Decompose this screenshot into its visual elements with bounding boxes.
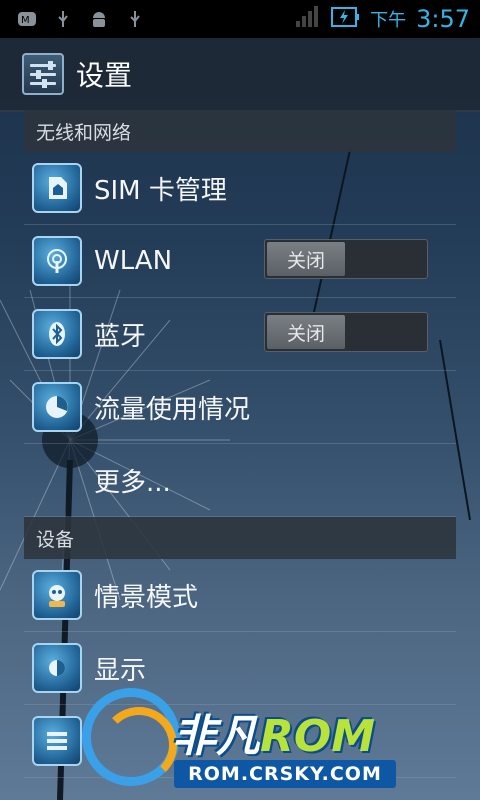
logo-ring-icon bbox=[82, 688, 180, 786]
clock: 3:57 bbox=[416, 5, 470, 33]
crsky-watermark-logo: 非凡ROM ROM.CRSKY.COM bbox=[82, 688, 402, 800]
section-header-device: 设备 bbox=[24, 517, 456, 559]
settings-sliders-icon[interactable] bbox=[22, 53, 64, 95]
svg-text:M: M bbox=[21, 15, 30, 26]
bluetooth-icon bbox=[32, 309, 82, 359]
app-m-icon: M bbox=[16, 8, 38, 30]
signal-icon bbox=[294, 5, 320, 33]
settings-item-label: 情景模式 bbox=[94, 582, 199, 613]
settings-list: 无线和网络 SIM 卡管理 WLAN 关闭 蓝牙 关闭 流量使用情况 更多... bbox=[24, 110, 456, 778]
watermark-url: ROM.CRSKY.COM bbox=[174, 760, 396, 788]
time-ampm: 下午 bbox=[370, 10, 407, 31]
settings-item-sim[interactable]: SIM 卡管理 bbox=[24, 152, 456, 225]
watermark-brand: 非凡ROM bbox=[172, 711, 376, 762]
bluetooth-toggle[interactable]: 关闭 bbox=[264, 312, 428, 352]
settings-item-more[interactable]: 更多... bbox=[24, 444, 456, 517]
blank-icon bbox=[32, 455, 82, 505]
section-header-wireless: 无线和网络 bbox=[24, 110, 456, 152]
settings-item-label: SIM 卡管理 bbox=[94, 175, 227, 206]
sim-card-icon bbox=[32, 163, 82, 213]
settings-item-label: WLAN bbox=[94, 246, 173, 276]
settings-item-profiles[interactable]: 情景模式 bbox=[24, 559, 456, 632]
wifi-icon bbox=[32, 236, 82, 286]
action-bar: 设置 bbox=[0, 38, 480, 112]
usb-icon bbox=[124, 8, 146, 30]
toggle-state: 关闭 bbox=[267, 315, 345, 349]
display-brightness-icon bbox=[32, 643, 82, 693]
battery-charging-icon bbox=[330, 5, 360, 33]
settings-item-label: 显示 bbox=[94, 655, 147, 686]
settings-item-data-usage[interactable]: 流量使用情况 bbox=[24, 371, 456, 444]
profile-icon bbox=[32, 570, 82, 620]
data-usage-icon bbox=[32, 382, 82, 432]
page-title: 设置 bbox=[76, 59, 133, 92]
settings-item-wlan[interactable]: WLAN 关闭 bbox=[24, 225, 456, 298]
storage-icon bbox=[32, 716, 82, 766]
settings-item-label: 流量使用情况 bbox=[94, 394, 251, 425]
usb-icon bbox=[52, 8, 74, 30]
toggle-state: 关闭 bbox=[267, 242, 345, 276]
settings-item-bluetooth[interactable]: 蓝牙 关闭 bbox=[24, 298, 456, 371]
android-debug-icon bbox=[88, 8, 110, 30]
status-bar: M 下午 3:57 bbox=[0, 0, 480, 38]
settings-item-label: 更多... bbox=[94, 467, 171, 498]
settings-item-label: 蓝牙 bbox=[94, 321, 147, 352]
wlan-toggle[interactable]: 关闭 bbox=[264, 239, 428, 279]
